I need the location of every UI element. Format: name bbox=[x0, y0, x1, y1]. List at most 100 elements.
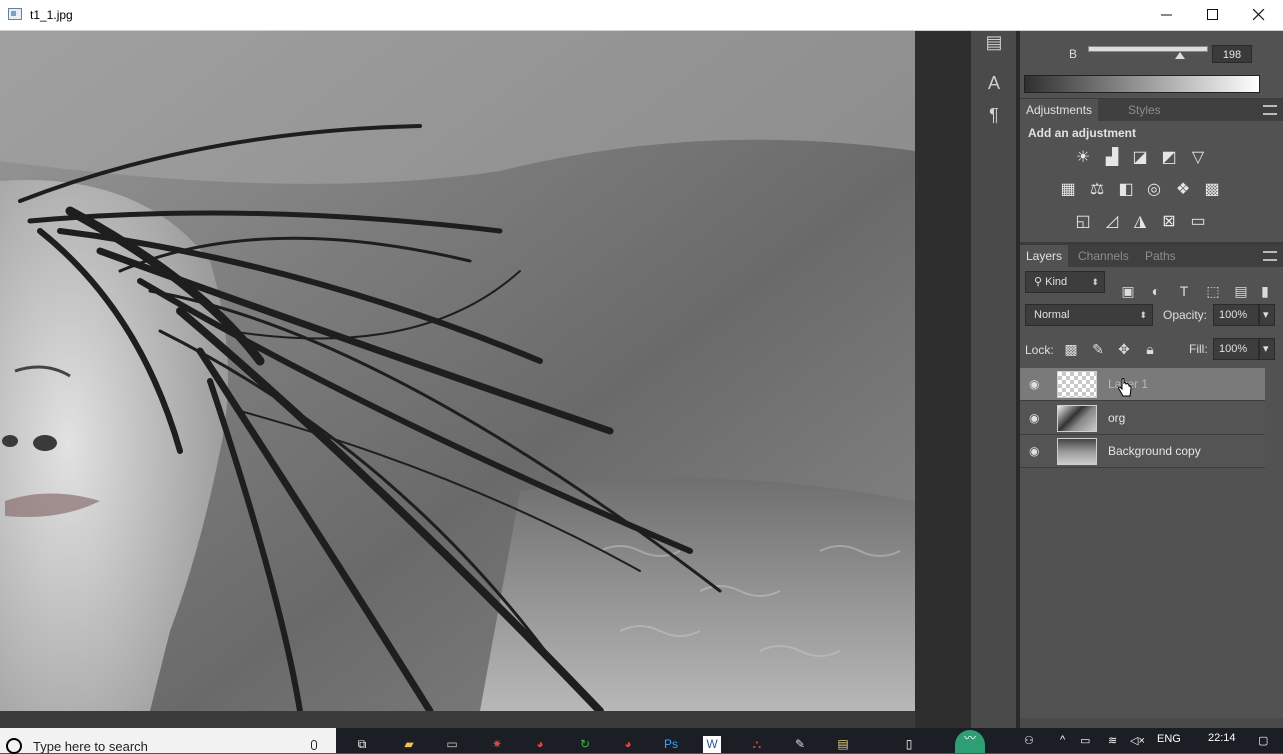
tab-styles[interactable]: Styles bbox=[1122, 99, 1167, 121]
lock-pixels-icon[interactable]: ✎ bbox=[1088, 339, 1108, 359]
character-panel-icon[interactable]: A bbox=[983, 72, 1005, 94]
tab-adjustments[interactable]: Adjustments bbox=[1020, 99, 1099, 121]
network-icon[interactable]: ▭ bbox=[1080, 734, 1090, 747]
levels-icon[interactable]: ▟ bbox=[1102, 149, 1122, 167]
posterize-icon[interactable]: ◿ bbox=[1102, 213, 1122, 231]
color-balance-icon[interactable]: ⚖ bbox=[1087, 181, 1107, 199]
app-icon[interactable]: ✷ bbox=[486, 736, 508, 753]
color-lookup-icon[interactable]: ▩ bbox=[1202, 181, 1222, 199]
fill-dropdown[interactable]: ▾ bbox=[1259, 338, 1275, 360]
layer-thumbnail bbox=[1057, 405, 1097, 432]
notification-icon[interactable]: ▢ bbox=[1258, 734, 1268, 747]
layers-tabs: Layers Channels Paths bbox=[1020, 245, 1283, 267]
type-filter-icon[interactable]: T bbox=[1174, 281, 1194, 301]
layers-panel-menu-icon[interactable] bbox=[1263, 251, 1277, 261]
blend-mode-value: Normal bbox=[1034, 309, 1070, 321]
blue-slider-track[interactable] bbox=[1088, 46, 1208, 52]
adjustment-filter-icon[interactable]: ◐ bbox=[1146, 281, 1166, 301]
close-button[interactable] bbox=[1236, 0, 1282, 31]
language-indicator[interactable]: ENG bbox=[1157, 733, 1181, 745]
search-icon: ⚲ bbox=[1034, 276, 1046, 288]
paragraph-panel-icon[interactable]: ¶ bbox=[983, 104, 1005, 126]
opacity-dropdown[interactable]: ▾ bbox=[1259, 304, 1275, 326]
visibility-icon[interactable]: ◉ bbox=[1029, 378, 1043, 390]
tool-strip: ▤ A ¶ bbox=[970, 31, 1016, 728]
word-icon[interactable]: W bbox=[703, 736, 721, 753]
filter-kind-select[interactable]: ⚲ Kind ⬍ bbox=[1025, 271, 1105, 293]
wifi-icon[interactable]: ≋ bbox=[1108, 734, 1117, 747]
exposure-icon[interactable]: ◩ bbox=[1159, 149, 1179, 167]
smart-object-filter-icon[interactable]: ▤ bbox=[1231, 281, 1251, 301]
layer-name: org bbox=[1108, 411, 1126, 425]
lock-all-icon[interactable]: 🔒︎ bbox=[1140, 339, 1160, 359]
curves-icon[interactable]: ◪ bbox=[1130, 149, 1150, 167]
fill-label: Fill: bbox=[1189, 342, 1208, 356]
microphone-icon[interactable] bbox=[311, 740, 317, 750]
color-panel: B 198 bbox=[1020, 31, 1283, 98]
stepper-icon: ⬍ bbox=[1091, 277, 1099, 287]
taskbar: Type here to search ⧉ ▰ ▭ ✷ ◕ ↻ ◕ Ps W ⛬… bbox=[0, 728, 1283, 754]
people-icon[interactable]: ⚇ bbox=[1024, 734, 1034, 747]
command-prompt-icon[interactable]: ▭ bbox=[441, 736, 463, 753]
color-ramp[interactable] bbox=[1024, 75, 1260, 93]
blend-mode-select[interactable]: Normal ⬍ bbox=[1025, 304, 1153, 326]
chrome-icon[interactable]: ◕ bbox=[617, 736, 639, 753]
chevron-down-icon: ▾ bbox=[1263, 309, 1269, 321]
photoshop-icon[interactable]: Ps bbox=[660, 736, 682, 753]
tab-layers[interactable]: Layers bbox=[1020, 245, 1069, 267]
clock-time[interactable]: 22:14 bbox=[1208, 732, 1236, 744]
photo-filter-icon[interactable]: ◎ bbox=[1144, 181, 1164, 199]
visibility-icon[interactable]: ◉ bbox=[1029, 445, 1043, 457]
tab-paths[interactable]: Paths bbox=[1139, 245, 1182, 267]
maximize-button[interactable] bbox=[1190, 0, 1236, 31]
tab-channels[interactable]: Channels bbox=[1072, 245, 1135, 267]
file-explorer-icon[interactable]: ▰ bbox=[398, 736, 420, 753]
layer-row[interactable]: ◉ Background copy bbox=[1020, 435, 1265, 468]
minimize-button[interactable] bbox=[1144, 0, 1190, 31]
selective-color-icon[interactable]: ⊠ bbox=[1159, 213, 1179, 231]
vibrance-icon[interactable]: ▽ bbox=[1188, 149, 1208, 167]
channel-mixer-icon[interactable]: ❖ bbox=[1173, 181, 1193, 199]
lock-transparent-icon[interactable]: ▩ bbox=[1061, 339, 1081, 359]
blue-value-input[interactable]: 198 bbox=[1212, 45, 1252, 63]
image-viewer-icon bbox=[8, 8, 22, 20]
paint-icon[interactable]: ✎ bbox=[789, 736, 811, 753]
layer-row[interactable]: ◉ Layer 1 bbox=[1020, 368, 1265, 401]
shape-filter-icon[interactable]: ⬚ bbox=[1203, 281, 1223, 301]
taskbar-search[interactable]: Type here to search bbox=[0, 728, 336, 754]
invert-icon[interactable]: ◱ bbox=[1073, 213, 1093, 231]
close-icon bbox=[1252, 8, 1265, 21]
acrobat-icon[interactable]: ⛬ bbox=[746, 736, 768, 753]
pixel-filter-icon[interactable]: ▣ bbox=[1118, 281, 1138, 301]
history-icon[interactable]: ▤ bbox=[983, 31, 1005, 53]
document-icon[interactable]: ▯ bbox=[898, 736, 920, 753]
fill-input[interactable]: 100% bbox=[1213, 338, 1259, 360]
maximize-icon bbox=[1207, 9, 1218, 20]
panel-menu-icon[interactable] bbox=[1263, 105, 1277, 115]
canvas-gutter bbox=[915, 31, 970, 728]
hue-saturation-icon[interactable]: ▦ bbox=[1058, 181, 1078, 199]
minimize-icon bbox=[1161, 14, 1172, 16]
filter-toggle-icon[interactable]: ▮ bbox=[1260, 281, 1270, 301]
layer-row[interactable]: ◉ org bbox=[1020, 402, 1265, 435]
gradient-map-icon[interactable]: ▭ bbox=[1188, 213, 1208, 231]
chevron-up-icon[interactable]: ^ bbox=[1060, 734, 1065, 746]
green-app-icon[interactable]: ↻ bbox=[574, 736, 596, 753]
lock-position-icon[interactable]: ✥ bbox=[1114, 339, 1134, 359]
brightness-contrast-icon[interactable]: ☀ bbox=[1073, 149, 1093, 167]
lock-label: Lock: bbox=[1025, 343, 1054, 357]
black-white-icon[interactable]: ◧ bbox=[1116, 181, 1136, 199]
visibility-icon[interactable]: ◉ bbox=[1029, 412, 1043, 424]
cortana-icon bbox=[6, 738, 22, 754]
layers-panel-footer bbox=[1020, 718, 1283, 728]
monitor-app-icon[interactable]: 〰 bbox=[955, 730, 985, 753]
volume-icon[interactable]: ◁× bbox=[1130, 734, 1145, 747]
threshold-icon[interactable]: ◮ bbox=[1130, 213, 1150, 231]
opacity-input[interactable]: 100% bbox=[1213, 304, 1259, 326]
blue-slider-thumb[interactable] bbox=[1175, 52, 1185, 59]
chrome-icon[interactable]: ◕ bbox=[529, 736, 551, 753]
channel-label: B bbox=[1069, 47, 1078, 61]
notes-icon[interactable]: ▤ bbox=[832, 736, 854, 753]
stepper-icon: ⬍ bbox=[1139, 310, 1147, 320]
task-view-icon[interactable]: ⧉ bbox=[351, 736, 373, 753]
